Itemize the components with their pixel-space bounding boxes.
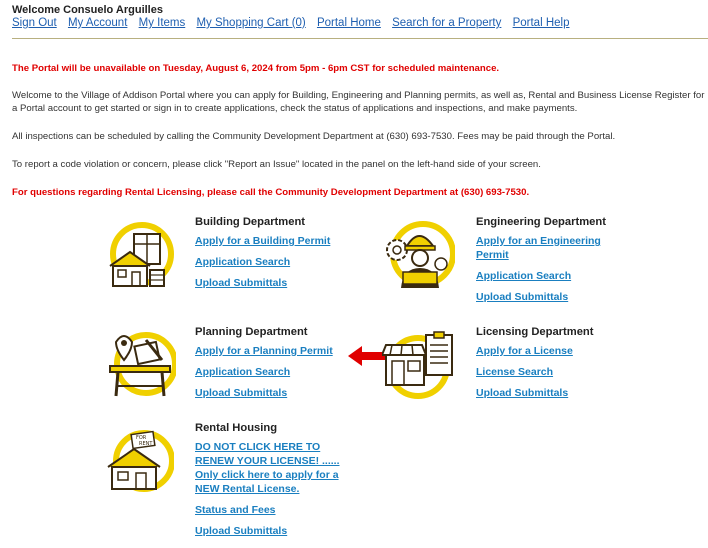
svg-text:RENT: RENT [139,441,153,447]
inspections-text: All inspections can be scheduled by call… [12,131,616,142]
rental-housing: Rental Housing DO NOT CLICK HERE TO RENE… [195,422,355,545]
licensing-department: Licensing Department Apply for a License… [476,326,646,407]
status-and-fees-link[interactable]: Status and Fees [195,503,355,517]
apply-license-link[interactable]: Apply for a License [476,344,646,358]
divider [12,38,708,39]
my-items-link[interactable]: My Items [139,17,186,29]
engineering-application-search-link[interactable]: Application Search [476,269,626,283]
apply-planning-permit-link[interactable]: Apply for a Planning Permit [195,344,365,358]
rental-upload-submittals-link[interactable]: Upload Submittals [195,524,355,538]
licensing-title: Licensing Department [476,326,594,338]
license-storefront-icon [382,331,453,399]
for-rent-house-icon: FOR RENT [107,430,174,492]
license-search-link[interactable]: License Search [476,365,646,379]
welcome-text: Welcome Consuelo Arguilles [12,4,163,16]
sign-out-link[interactable]: Sign Out [12,17,57,29]
violation-text: To report a code violation or concern, p… [12,159,541,170]
licensing-upload-submittals-link[interactable]: Upload Submittals [476,386,646,400]
building-application-search-link[interactable]: Application Search [195,255,365,269]
search-property-link[interactable]: Search for a Property [392,17,501,29]
portal-help-link[interactable]: Portal Help [513,17,570,29]
engineering-upload-submittals-link[interactable]: Upload Submittals [476,290,626,304]
portal-home-link[interactable]: Portal Home [317,17,381,29]
maintenance-notice: The Portal will be unavailable on Tuesda… [12,63,500,74]
planning-application-search-link[interactable]: Application Search [195,365,365,379]
building-title: Building Department [195,216,306,228]
apply-building-permit-link[interactable]: Apply for a Building Permit [195,234,365,248]
engineering-department: Engineering Department Apply for an Engi… [476,216,626,311]
planning-table-icon [109,332,176,397]
rental-notice: For questions regarding Rental Licensing… [12,187,530,198]
shopping-cart-link[interactable]: My Shopping Cart (0) [196,17,305,29]
rental-title: Rental Housing [195,422,278,434]
planning-upload-submittals-link[interactable]: Upload Submittals [195,386,365,400]
planning-title: Planning Department [195,326,308,338]
engineer-icon [386,221,455,288]
building-house-icon [109,222,174,287]
top-nav: Sign Out My Account My Items My Shopping… [12,17,577,29]
apply-engineering-permit-link[interactable]: Apply for an Engineering Permit [476,234,626,262]
building-department: Building Department Apply for a Building… [195,216,365,297]
do-not-renew-link[interactable]: DO NOT CLICK HERE TO RENEW YOUR LICENSE!… [195,440,355,468]
engineering-title: Engineering Department [476,216,606,228]
building-upload-submittals-link[interactable]: Upload Submittals [195,276,365,290]
my-account-link[interactable]: My Account [68,17,127,29]
planning-department: Planning Department Apply for a Planning… [195,326,365,407]
intro-text: Welcome to the Village of Addison Portal… [12,90,705,114]
apply-new-rental-license-link[interactable]: Only click here to apply for a NEW Renta… [195,468,355,496]
